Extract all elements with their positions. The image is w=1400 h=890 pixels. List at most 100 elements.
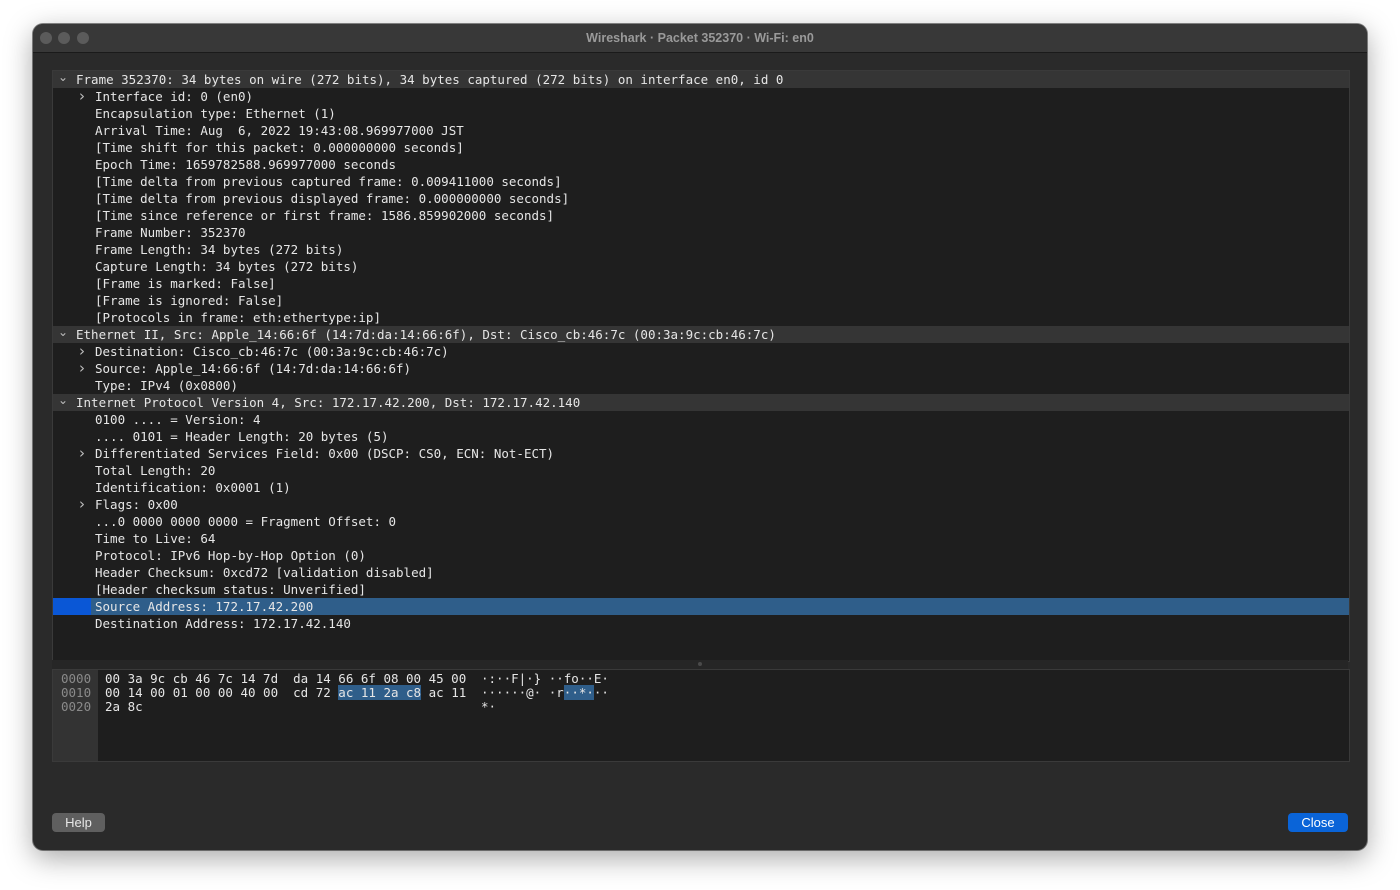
tree-row[interactable]: Capture Length: 34 bytes (272 bits) <box>53 258 1349 275</box>
tree-row[interactable]: Epoch Time: 1659782588.969977000 seconds <box>53 156 1349 173</box>
splitter-handle-icon <box>698 662 702 666</box>
tree-row-label: Header Checksum: 0xcd72 [validation disa… <box>95 565 434 580</box>
tree-row-label: Frame Number: 352370 <box>95 225 246 240</box>
tree-row[interactable]: [Protocols in frame: eth:ethertype:ip] <box>53 309 1349 326</box>
chevron-right-icon[interactable]: › <box>75 360 89 377</box>
tree-row[interactable]: Identification: 0x0001 (1) <box>53 479 1349 496</box>
help-button[interactable]: Help <box>52 813 105 832</box>
ascii-bytes[interactable]: ······@· ·r··*··· <box>481 685 609 700</box>
tree-row-label: [Frame is marked: False] <box>95 276 276 291</box>
close-button[interactable]: Close <box>1288 813 1348 832</box>
tree-row-label: [Time delta from previous displayed fram… <box>95 191 570 206</box>
tree-row-label: [Time shift for this packet: 0.000000000… <box>95 140 464 155</box>
tree-row-label: Ethernet II, Src: Apple_14:66:6f (14:7d:… <box>76 327 776 342</box>
ascii-segment: ·:··F|·} ··fo··E· <box>481 671 609 686</box>
tree-row-label: Capture Length: 34 bytes (272 bits) <box>95 259 359 274</box>
tree-row[interactable]: › Flags: 0x00 <box>53 496 1349 513</box>
chevron-right-icon[interactable]: › <box>75 343 89 360</box>
packet-details-tree[interactable]: ⌄ Frame 352370: 34 bytes on wire (272 bit… <box>52 70 1350 662</box>
chevron-right-icon[interactable]: › <box>75 496 89 513</box>
tree-row[interactable]: Protocol: IPv6 Hop-by-Hop Option (0) <box>53 547 1349 564</box>
chevron-right-icon[interactable]: › <box>75 445 89 462</box>
pane-splitter[interactable] <box>52 660 1348 669</box>
hex-segment: ac 11 <box>421 685 467 700</box>
tree-row-label: Differentiated Services Field: 0x00 (DSC… <box>95 446 555 461</box>
tree-row[interactable]: [Header checksum status: Unverified] <box>53 581 1349 598</box>
hex-dump-row[interactable]: 0010 00 14 00 01 00 00 40 00 cd 72 ac 11 … <box>53 685 1349 700</box>
tree-row-label: Internet Protocol Version 4, Src: 172.17… <box>76 395 581 410</box>
tree-row[interactable]: Source Address: 172.17.42.200 <box>53 598 1349 615</box>
ascii-segment: ·· <box>593 685 609 700</box>
tree-row[interactable]: Total Length: 20 <box>53 462 1349 479</box>
hex-dump-row[interactable]: 0020 2a 8c *· <box>53 700 1349 714</box>
chevron-down-icon[interactable]: ⌄ <box>56 394 70 411</box>
chevron-right-icon[interactable]: › <box>75 88 89 105</box>
tree-row-label: Arrival Time: Aug 6, 2022 19:43:08.96997… <box>95 123 464 138</box>
tree-row[interactable]: [Frame is marked: False] <box>53 275 1349 292</box>
tree-row[interactable]: › Interface id: 0 (en0) <box>53 88 1349 105</box>
tree-row[interactable]: Destination Address: 172.17.42.140 <box>53 615 1349 632</box>
tree-row-label: Time to Live: 64 <box>95 531 216 546</box>
tree-row-label: Interface id: 0 (en0) <box>95 89 254 104</box>
tree-row[interactable]: [Time delta from previous captured frame… <box>53 173 1349 190</box>
tree-row-label: Destination: Cisco_cb:46:7c (00:3a:9c:cb… <box>95 344 449 359</box>
tree-row[interactable]: Time to Live: 64 <box>53 530 1349 547</box>
tree-row-label: Source Address: 172.17.42.200 <box>95 599 314 614</box>
title-bar[interactable]: Wireshark · Packet 352370 · Wi-Fi: en0 <box>33 24 1367 53</box>
tree-row[interactable]: › Differentiated Services Field: 0x00 (DS… <box>53 445 1349 462</box>
tree-row[interactable]: Encapsulation type: Ethernet (1) <box>53 105 1349 122</box>
tree-row[interactable]: [Time since reference or first frame: 15… <box>53 207 1349 224</box>
tree-row-label: Frame 352370: 34 bytes on wire (272 bits… <box>76 72 784 87</box>
tree-row[interactable]: [Frame is ignored: False] <box>53 292 1349 309</box>
tree-row[interactable]: Frame Number: 352370 <box>53 224 1349 241</box>
tree-row[interactable]: 0100 .... = Version: 4 <box>53 411 1349 428</box>
tree-row-label: Flags: 0x00 <box>95 497 178 512</box>
tree-row-label: Source: Apple_14:66:6f (14:7d:da:14:66:6… <box>95 361 412 376</box>
ascii-segment: *· <box>481 699 497 714</box>
hex-bytes[interactable]: 00 3a 9c cb 46 7c 14 7d da 14 66 6f 08 0… <box>105 672 466 686</box>
tree-row[interactable]: [Time delta from previous displayed fram… <box>53 190 1349 207</box>
hex-highlight: ac 11 2a c8 <box>338 685 422 700</box>
tree-row[interactable]: › Destination: Cisco_cb:46:7c (00:3a:9c:c… <box>53 343 1349 360</box>
tree-row[interactable]: Header Checksum: 0xcd72 [validation disa… <box>53 564 1349 581</box>
selection-marker <box>53 598 91 615</box>
chevron-down-icon[interactable]: ⌄ <box>56 71 70 88</box>
tree-section-row[interactable]: ⌄ Frame 352370: 34 bytes on wire (272 bit… <box>53 71 1349 88</box>
packet-dialog-window: Wireshark · Packet 352370 · Wi-Fi: en0 ⌄… <box>33 24 1367 850</box>
tree-row-label: .... 0101 = Header Length: 20 bytes (5) <box>95 429 389 444</box>
tree-row-label: Protocol: IPv6 Hop-by-Hop Option (0) <box>95 548 366 563</box>
byte-offset: 0020 <box>61 699 92 714</box>
tree-section-row[interactable]: ⌄ Internet Protocol Version 4, Src: 172.1… <box>53 394 1349 411</box>
chevron-down-icon[interactable]: ⌄ <box>56 326 70 343</box>
tree-row[interactable]: Arrival Time: Aug 6, 2022 19:43:08.96997… <box>53 122 1349 139</box>
window-title: Wireshark · Packet 352370 · Wi-Fi: en0 <box>586 31 814 45</box>
tree-row-label: ...0 0000 0000 0000 = Fragment Offset: 0 <box>95 514 397 529</box>
tree-row[interactable]: [Time shift for this packet: 0.000000000… <box>53 139 1349 156</box>
tree-row-label: Type: IPv4 (0x0800) <box>95 378 238 393</box>
packet-bytes-pane[interactable]: 0000 00 3a 9c cb 46 7c 14 7d da 14 66 6f … <box>52 669 1350 762</box>
ascii-segment: ······@· ·r <box>481 685 564 700</box>
tree-row[interactable]: › Source: Apple_14:66:6f (14:7d:da:14:66:… <box>53 360 1349 377</box>
hex-bytes[interactable]: 2a 8c <box>105 700 143 714</box>
tree-row-label: 0100 .... = Version: 4 <box>95 412 261 427</box>
tree-section-row[interactable]: ⌄ Ethernet II, Src: Apple_14:66:6f (14:7d… <box>53 326 1349 343</box>
ascii-bytes[interactable]: *· <box>481 700 496 714</box>
hex-bytes[interactable]: 00 14 00 01 00 00 40 00 cd 72 ac 11 2a c… <box>105 685 467 700</box>
tree-row-label: Epoch Time: 1659782588.969977000 seconds <box>95 157 397 172</box>
byte-offset: 0010 <box>61 685 92 700</box>
tree-row-label: [Frame is ignored: False] <box>95 293 284 308</box>
tree-row-label: [Header checksum status: Unverified] <box>95 582 366 597</box>
tree-row-label: [Protocols in frame: eth:ethertype:ip] <box>95 310 381 325</box>
hex-segment: 2a 8c <box>105 699 143 714</box>
hex-segment: 00 3a 9c cb 46 7c 14 7d da 14 66 6f 08 0… <box>105 671 467 686</box>
tree-row-label: Frame Length: 34 bytes (272 bits) <box>95 242 344 257</box>
tree-row-label: Encapsulation type: Ethernet (1) <box>95 106 336 121</box>
tree-row[interactable]: Frame Length: 34 bytes (272 bits) <box>53 241 1349 258</box>
hex-dump-row[interactable]: 0000 00 3a 9c cb 46 7c 14 7d da 14 66 6f … <box>53 672 1349 686</box>
tree-row[interactable]: Type: IPv4 (0x0800) <box>53 377 1349 394</box>
tree-row[interactable]: .... 0101 = Header Length: 20 bytes (5) <box>53 428 1349 445</box>
tree-row[interactable]: ...0 0000 0000 0000 = Fragment Offset: 0 <box>53 513 1349 530</box>
ascii-bytes[interactable]: ·:··F|·} ··fo··E· <box>481 672 609 686</box>
byte-offset: 0000 <box>61 671 92 686</box>
tree-row-label: Total Length: 20 <box>95 463 216 478</box>
